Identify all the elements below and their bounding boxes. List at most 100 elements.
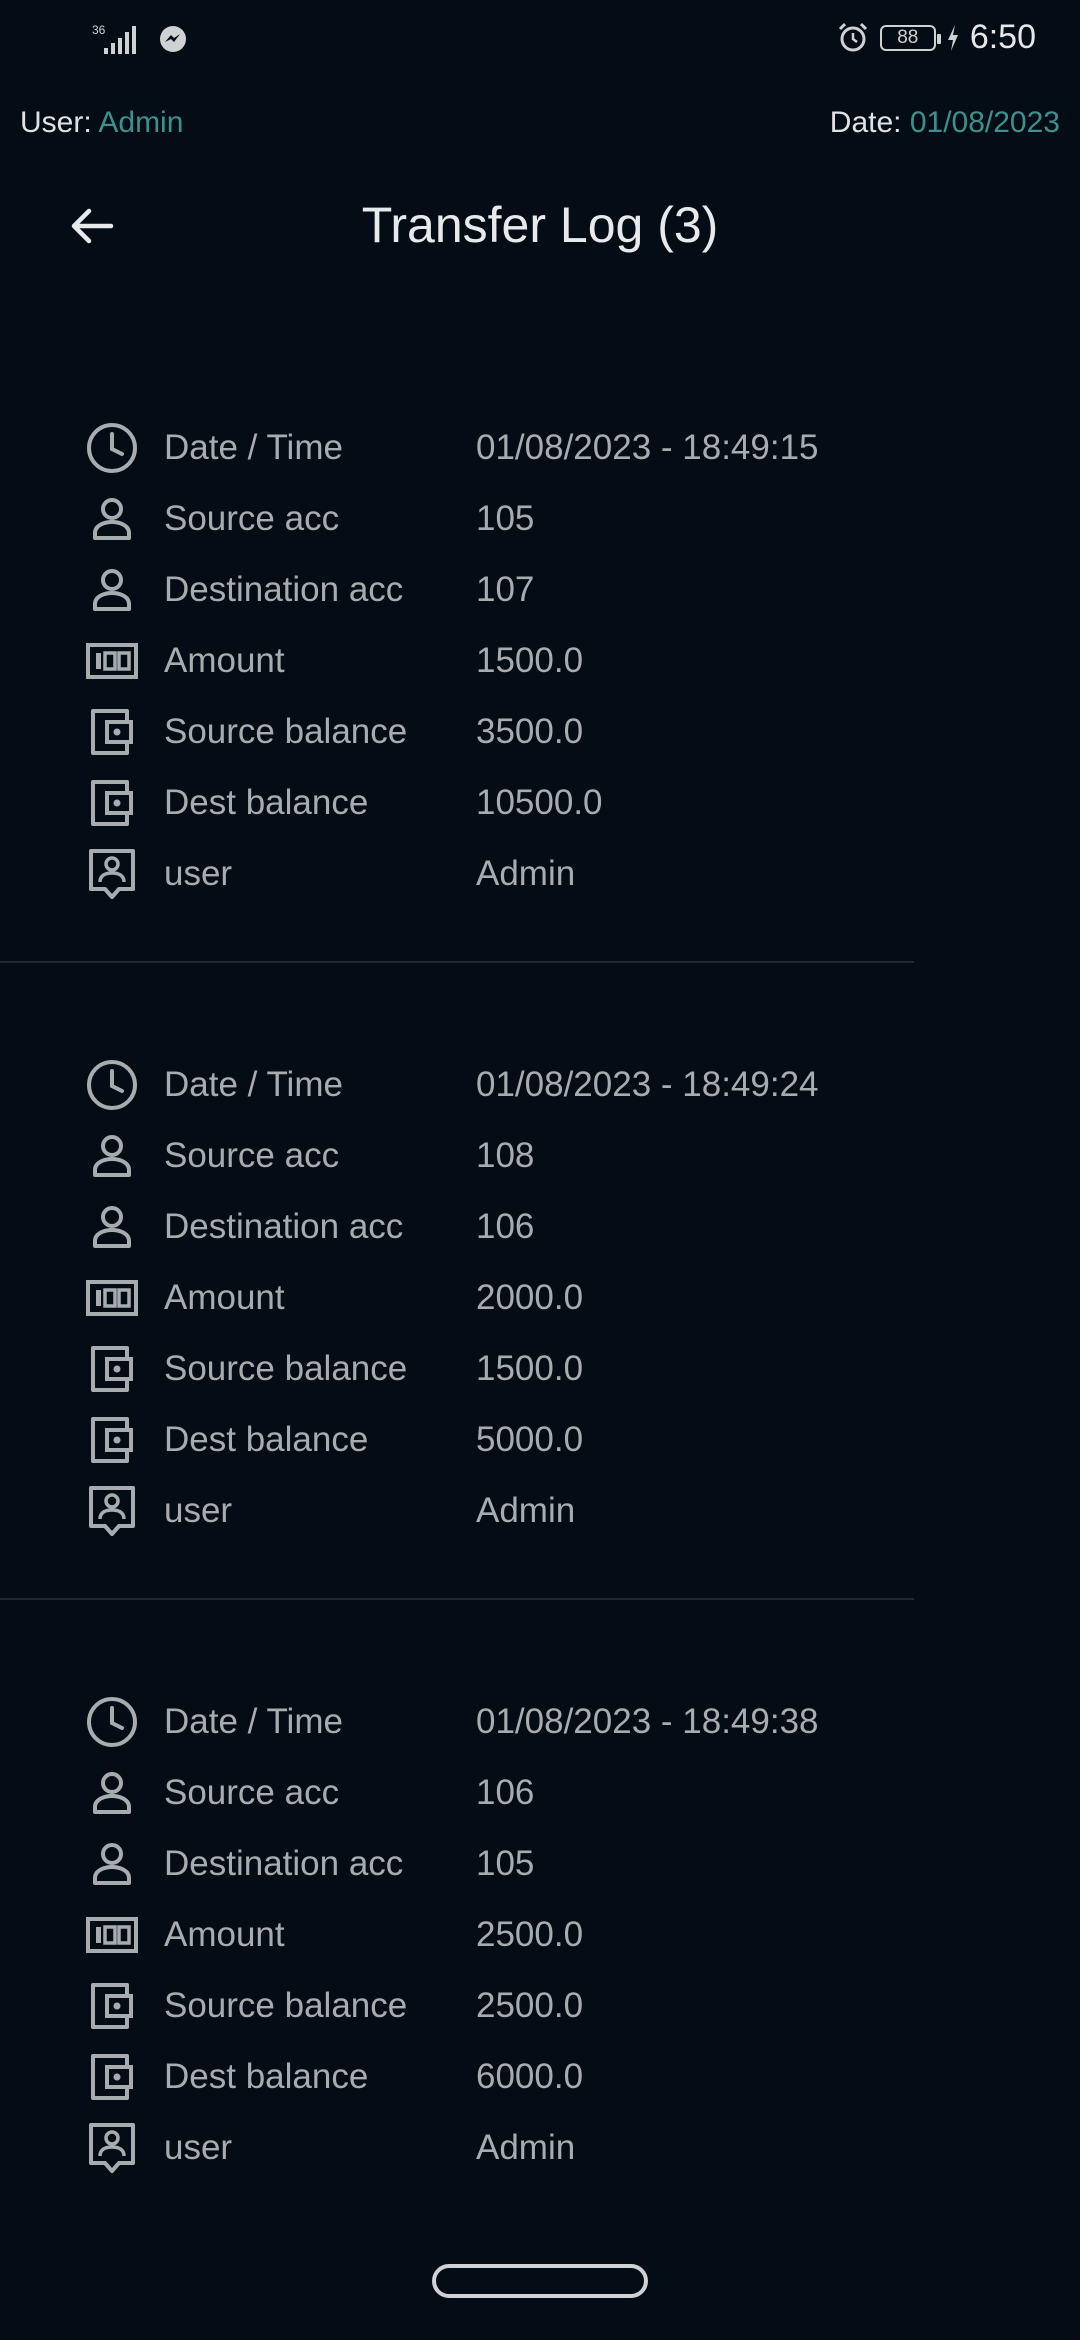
wallet-icon bbox=[84, 1341, 140, 1397]
wallet-icon bbox=[84, 2049, 140, 2105]
record-field-row: Date / Time 01/08/2023 - 18:49:38 bbox=[84, 1686, 1080, 1757]
record-field-row: Dest balance 5000.0 bbox=[84, 1404, 1080, 1475]
field-value: 1500.0 bbox=[476, 1348, 584, 1388]
person-icon bbox=[84, 562, 140, 618]
field-value: 01/08/2023 - 18:49:24 bbox=[476, 1064, 819, 1104]
field-label: Date / Time bbox=[164, 427, 343, 467]
user-badge-icon bbox=[84, 2120, 140, 2176]
field-value: 106 bbox=[476, 1772, 535, 1812]
date-value: 01/08/2023 bbox=[909, 106, 1060, 139]
current-date: Date: 01/08/2023 bbox=[830, 106, 1060, 140]
svg-text:36: 36 bbox=[92, 23, 106, 37]
wallet-icon bbox=[84, 1978, 140, 2034]
record-divider bbox=[0, 961, 914, 963]
field-label: Source balance bbox=[164, 1985, 408, 2025]
person-icon bbox=[84, 1836, 140, 1892]
field-value: 105 bbox=[476, 498, 535, 538]
record-field-row: user Admin bbox=[84, 1475, 1080, 1546]
field-label: Source acc bbox=[164, 1772, 340, 1812]
record-field-row: user Admin bbox=[84, 2112, 1080, 2182]
field-value: 5000.0 bbox=[476, 1419, 584, 1459]
record-field-row: Date / Time 01/08/2023 - 18:49:24 bbox=[84, 1049, 1080, 1120]
record-divider bbox=[0, 1598, 914, 1600]
user-badge-icon bbox=[84, 1483, 140, 1539]
field-value: 107 bbox=[476, 569, 535, 609]
person-icon bbox=[84, 1128, 140, 1184]
record-field-row: Source balance 3500.0 bbox=[84, 696, 1080, 767]
current-user: User: Admin bbox=[20, 106, 183, 140]
field-value: 10500.0 bbox=[476, 782, 603, 822]
field-value: 105 bbox=[476, 1843, 535, 1883]
status-left: 36 bbox=[90, 22, 188, 56]
field-value: 106 bbox=[476, 1206, 535, 1246]
wallet-icon bbox=[84, 1412, 140, 1468]
wallet-icon bbox=[84, 775, 140, 831]
user-value: Admin bbox=[98, 106, 184, 139]
field-value: 01/08/2023 - 18:49:38 bbox=[476, 1701, 819, 1741]
field-label: Destination acc bbox=[164, 1206, 404, 1246]
person-icon bbox=[84, 491, 140, 547]
field-value: 01/08/2023 - 18:49:15 bbox=[476, 427, 819, 467]
money-icon bbox=[84, 1907, 140, 1963]
wallet-icon bbox=[84, 704, 140, 760]
field-label: Source balance bbox=[164, 1348, 408, 1388]
field-label: user bbox=[164, 2127, 233, 2167]
transfer-list[interactable]: Date / Time 01/08/2023 - 18:49:15 Source a… bbox=[0, 412, 1080, 2182]
transfer-log-screen: 36 88 6:50 User: Admin Date: 01/08/2023 … bbox=[0, 0, 1080, 2340]
date-label: Date: bbox=[829, 106, 902, 139]
transfer-record[interactable]: Date / Time 01/08/2023 - 18:49:38 Source a… bbox=[0, 1686, 1080, 2182]
messenger-icon bbox=[158, 24, 188, 54]
record-field-row: Destination acc 107 bbox=[84, 554, 1080, 625]
field-label: Dest balance bbox=[164, 2056, 369, 2096]
charging-icon bbox=[946, 24, 960, 52]
field-value: Admin bbox=[476, 1490, 576, 1530]
home-indicator[interactable] bbox=[432, 2264, 648, 2298]
field-label: Date / Time bbox=[164, 1701, 343, 1741]
field-label: Amount bbox=[164, 1277, 285, 1317]
record-field-row: Source acc 105 bbox=[84, 483, 1080, 554]
field-value: 2000.0 bbox=[476, 1277, 584, 1317]
record-field-row: Source acc 108 bbox=[84, 1120, 1080, 1191]
clock-icon bbox=[84, 1057, 140, 1113]
field-label: Amount bbox=[164, 640, 285, 680]
field-value: 6000.0 bbox=[476, 2056, 584, 2096]
user-label: User: bbox=[20, 106, 92, 139]
session-info: User: Admin Date: 01/08/2023 bbox=[0, 106, 1080, 150]
record-field-row: Source acc 106 bbox=[84, 1757, 1080, 1828]
clock-icon bbox=[84, 420, 140, 476]
clock-icon bbox=[84, 1694, 140, 1750]
field-label: Source balance bbox=[164, 711, 408, 751]
record-field-row: Dest balance 6000.0 bbox=[84, 2041, 1080, 2112]
record-field-row: Amount 2000.0 bbox=[84, 1262, 1080, 1333]
app-header: Transfer Log (3) bbox=[0, 190, 1080, 260]
record-field-row: Date / Time 01/08/2023 - 18:49:15 bbox=[84, 412, 1080, 483]
field-label: Destination acc bbox=[164, 1843, 404, 1883]
field-label: Dest balance bbox=[164, 1419, 369, 1459]
status-time: 6:50 bbox=[969, 18, 1036, 56]
record-field-row: Amount 1500.0 bbox=[84, 625, 1080, 696]
field-label: Source acc bbox=[164, 1135, 340, 1175]
alarm-icon bbox=[836, 21, 870, 55]
field-value: Admin bbox=[476, 2127, 576, 2167]
battery-icon: 88 bbox=[879, 24, 941, 51]
record-field-row: Dest balance 10500.0 bbox=[84, 767, 1080, 838]
record-field-row: Destination acc 106 bbox=[84, 1191, 1080, 1262]
record-field-row: Source balance 2500.0 bbox=[84, 1970, 1080, 2041]
field-label: user bbox=[164, 853, 233, 893]
field-value: 2500.0 bbox=[476, 1985, 584, 2025]
field-value: 108 bbox=[476, 1135, 535, 1175]
status-bar: 36 88 6:50 bbox=[0, 0, 1080, 86]
person-icon bbox=[84, 1199, 140, 1255]
transfer-record[interactable]: Date / Time 01/08/2023 - 18:49:24 Source a… bbox=[0, 1049, 1080, 1546]
money-icon bbox=[84, 633, 140, 689]
signal-icon: 36 bbox=[90, 22, 144, 56]
field-value: 3500.0 bbox=[476, 711, 584, 751]
transfer-record[interactable]: Date / Time 01/08/2023 - 18:49:15 Source a… bbox=[0, 412, 1080, 909]
field-label: Dest balance bbox=[164, 782, 369, 822]
field-label: Date / Time bbox=[164, 1064, 343, 1104]
page-title: Transfer Log (3) bbox=[361, 197, 719, 253]
field-value: Admin bbox=[476, 853, 576, 893]
field-label: user bbox=[164, 1490, 233, 1530]
field-value: 1500.0 bbox=[476, 640, 584, 680]
record-field-row: Amount 2500.0 bbox=[84, 1899, 1080, 1970]
